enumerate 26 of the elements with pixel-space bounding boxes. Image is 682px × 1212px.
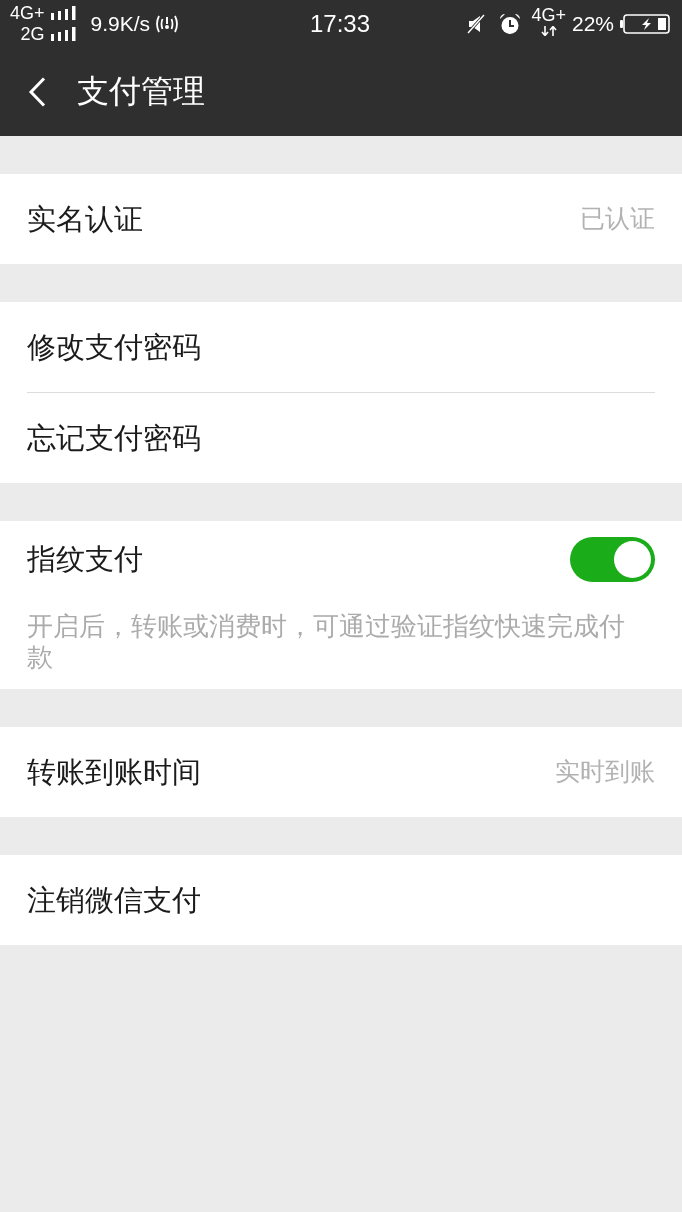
clock-time: 17:33: [309, 11, 371, 36]
setting-description: 开启后，转账或消费时，可通过验证指纹快速完成付款: [27, 611, 626, 673]
data-arrows-icon: [539, 25, 558, 36]
network-type: 4G+: [10, 4, 45, 22]
signal-icon: [50, 6, 77, 20]
back-icon: [28, 76, 46, 107]
hotspot-icon: [154, 13, 181, 34]
setting-label: 指纹支付: [27, 541, 143, 577]
battery-charging-icon: [620, 13, 670, 34]
network-type: 4G+: [531, 5, 566, 24]
network-speed: 9.9K/s: [90, 13, 151, 34]
page-title: 支付管理: [77, 72, 205, 111]
toggle-switch[interactable]: [570, 536, 655, 582]
setting-value: 实时到账: [555, 757, 655, 787]
setting-value: 已认证: [580, 204, 655, 234]
mute-icon: [467, 13, 486, 34]
setting-label[interactable]: 注销微信支付: [27, 882, 201, 918]
alarm-icon: [499, 12, 522, 35]
network-type: 2G: [20, 25, 45, 43]
back-button[interactable]: [28, 76, 46, 107]
setting-label[interactable]: 修改支付密码: [27, 329, 201, 365]
signal-icon: [50, 27, 77, 41]
setting-label[interactable]: 转账到账时间: [27, 754, 201, 790]
battery-percent: 22%: [571, 13, 614, 34]
setting-label[interactable]: 实名认证: [27, 201, 143, 237]
setting-label[interactable]: 忘记支付密码: [27, 420, 201, 456]
